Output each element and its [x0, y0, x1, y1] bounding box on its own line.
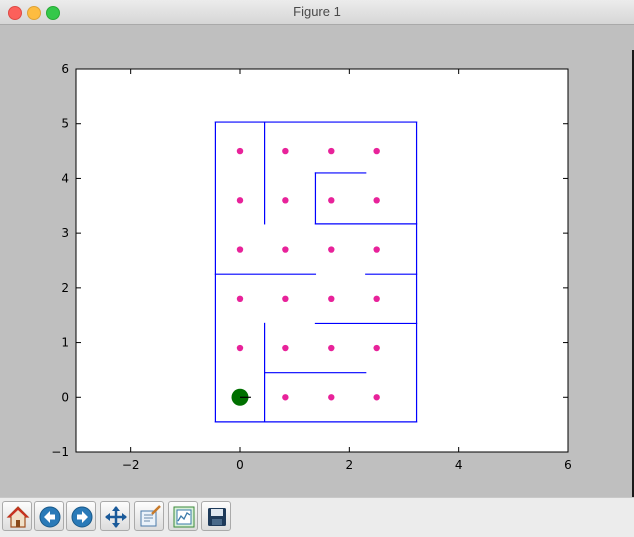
y-tick-label: 1: [61, 336, 69, 350]
home-button[interactable]: [2, 501, 32, 531]
data-point: [282, 295, 289, 302]
subplots-config-icon: [173, 506, 195, 528]
data-point: [328, 344, 335, 352]
data-point: [282, 197, 289, 204]
data-point: [328, 394, 335, 401]
back-button[interactable]: [34, 501, 64, 531]
forward-button[interactable]: [66, 501, 96, 531]
data-point: [328, 147, 335, 155]
data-point: [236, 246, 244, 253]
y-tick-label: 3: [61, 226, 69, 240]
home-icon: [6, 506, 30, 528]
x-tick-label: 4: [455, 458, 463, 472]
forward-arrow-icon: [71, 506, 93, 528]
navigation-toolbar: [0, 497, 634, 537]
zoom-rect-icon: [140, 505, 161, 527]
y-tick-label: 6: [61, 62, 69, 76]
data-point: [328, 246, 335, 253]
y-tick-label: −1: [51, 445, 69, 459]
pan-button[interactable]: [100, 501, 130, 531]
plot-svg[interactable]: −2 0 2 4 6 −1 0 1 2 3 4 5 6: [0, 25, 634, 497]
axes-background: [76, 69, 568, 452]
data-point: [282, 246, 289, 253]
data-point: [373, 394, 380, 401]
x-tick-label: 6: [564, 458, 572, 472]
figure-canvas[interactable]: −2 0 2 4 6 −1 0 1 2 3 4 5 6: [0, 25, 634, 522]
data-point: [236, 344, 244, 352]
y-tick-label: 0: [61, 390, 69, 404]
data-point: [282, 394, 289, 401]
data-point: [236, 295, 244, 302]
back-arrow-icon: [39, 506, 61, 528]
save-button[interactable]: [201, 501, 231, 531]
y-tick-label: 4: [61, 171, 69, 185]
data-point: [328, 295, 335, 302]
x-tick-label: −2: [122, 458, 140, 472]
y-tick-label: 5: [61, 117, 69, 131]
window-title: Figure 1: [293, 4, 341, 19]
data-point: [236, 147, 244, 155]
figure-window: Figure 1 −2 0 2 4 6 −1 0 1 2 3 4 5 6: [0, 0, 634, 537]
data-point: [373, 344, 380, 352]
save-disk-icon: [208, 508, 226, 526]
title-bar[interactable]: Figure 1: [0, 0, 634, 25]
data-point: [282, 147, 289, 155]
x-tick-label: 2: [346, 458, 354, 472]
y-tick-label: 2: [61, 281, 69, 295]
x-tick-label: 0: [236, 458, 244, 472]
data-point: [373, 295, 380, 302]
data-point: [373, 147, 380, 155]
data-point: [282, 344, 289, 352]
pan-move-icon: [105, 506, 127, 528]
data-point: [236, 197, 244, 204]
subplots-button[interactable]: [168, 501, 198, 531]
zoom-button[interactable]: [134, 501, 164, 531]
data-point: [373, 197, 380, 204]
data-point: [328, 197, 335, 204]
data-point: [373, 246, 380, 253]
